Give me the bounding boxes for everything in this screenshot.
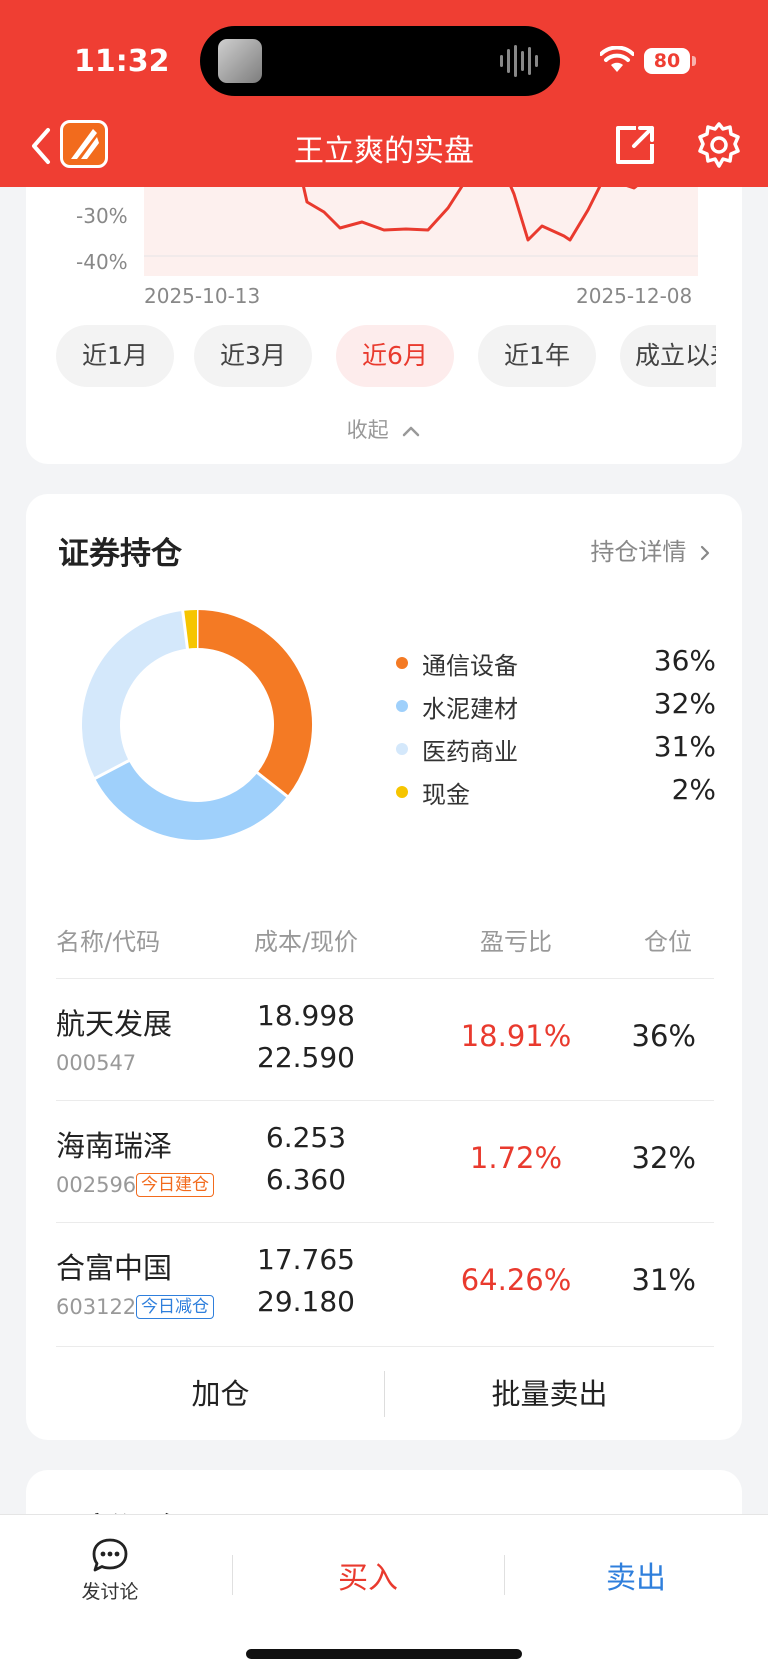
cost-price: 6.253: [265, 1121, 347, 1154]
wifi-icon: [600, 46, 634, 72]
batch-sell-button[interactable]: 批量卖出: [385, 1347, 714, 1441]
holdings-detail-link[interactable]: 持仓详情: [590, 532, 712, 567]
legend-dot: [396, 743, 408, 755]
now-playing-artwork: [218, 39, 262, 83]
status-badge: 今日减仓: [136, 1295, 214, 1319]
profit-ratio: 1.72%: [469, 1141, 563, 1175]
position-weight: 32%: [631, 1141, 696, 1175]
stock-name: 航天发展: [56, 1007, 173, 1041]
column-header-ratio: 盈亏比: [480, 928, 552, 956]
dynamic-island: [200, 26, 560, 96]
holdings-card: 证券持仓 持仓详情 通信设备 36% 水泥建材 32% 医药商业 31% 现金 …: [26, 494, 742, 1440]
cost-price: 18.998: [257, 999, 355, 1032]
profit-ratio: 64.26%: [460, 1263, 572, 1297]
donut-slice: [95, 760, 288, 840]
legend-value: 2%: [671, 773, 716, 806]
performance-chart-card: -30% -40% 2025-10-13 2025-12-08 近1月 近3月 …: [26, 140, 742, 464]
column-header-position: 仓位: [644, 928, 692, 956]
back-icon[interactable]: [26, 120, 56, 172]
settings-gear-icon[interactable]: [694, 120, 744, 170]
position-weight: 31%: [631, 1263, 696, 1297]
chat-bubble-icon: [92, 1538, 128, 1572]
holdings-actions: 加仓 批量卖出: [56, 1346, 714, 1440]
header-bar: 11:32 80 王立爽的实盘: [0, 0, 768, 187]
y-tick-label: -40%: [76, 250, 128, 274]
collapse-toggle[interactable]: 收起: [26, 414, 742, 444]
chart-shaded-area: [144, 180, 698, 276]
chevron-right-icon: [700, 545, 710, 561]
legend-item: 医药商业 31%: [396, 728, 716, 768]
legend-item: 现金 2%: [396, 771, 716, 811]
holding-row[interactable]: 航天发展 000547 18.998 22.590 18.91% 36%: [56, 978, 714, 1100]
legend-value: 32%: [653, 687, 716, 720]
legend-label: 水泥建材: [422, 695, 518, 723]
current-price: 6.360: [265, 1163, 347, 1196]
app-logo: [60, 120, 108, 168]
holding-row[interactable]: 海南瑞泽 002596 今日建仓 6.253 6.360 1.72% 32%: [56, 1100, 714, 1222]
range-tab-1m[interactable]: 近1月: [56, 325, 174, 387]
stock-code: 000547: [56, 1051, 137, 1075]
donut-slice: [82, 610, 189, 779]
legend-item: 通信设备 36%: [396, 642, 716, 682]
y-tick-label: -30%: [76, 204, 128, 228]
range-tabs: 近1月 近3月 近6月 近1年 成立以来: [56, 325, 716, 387]
status-badge: 今日建仓: [136, 1173, 214, 1197]
donut-slice: [182, 610, 198, 649]
legend-label: 现金: [422, 781, 470, 809]
stock-name: 海南瑞泽: [56, 1129, 173, 1163]
status-time: 11:32: [74, 44, 170, 79]
current-price: 22.590: [257, 1041, 355, 1074]
cost-price: 17.765: [257, 1243, 355, 1276]
x-tick-start: 2025-10-13: [144, 284, 261, 308]
audio-wave-icon: [500, 45, 538, 77]
range-tab-6m[interactable]: 近6月: [336, 325, 454, 387]
add-position-button[interactable]: 加仓: [56, 1347, 385, 1441]
allocation-donut-chart: [82, 609, 312, 840]
legend-dot: [396, 786, 408, 798]
x-tick-end: 2025-12-08: [576, 284, 693, 308]
profit-ratio: 18.91%: [460, 1019, 572, 1053]
legend-label: 通信设备: [422, 652, 518, 680]
sell-button[interactable]: 卖出: [504, 1553, 768, 1597]
buy-button[interactable]: 买入: [232, 1553, 504, 1597]
range-tab-since-inception[interactable]: 成立以来: [620, 325, 716, 387]
detail-link-label: 持仓详情: [590, 538, 687, 566]
stock-code: 002596: [56, 1173, 137, 1197]
column-header-price: 成本/现价: [253, 928, 359, 956]
legend-item: 水泥建材 32%: [396, 685, 716, 725]
collapse-label: 收起: [346, 418, 389, 442]
home-indicator: [246, 1649, 522, 1659]
current-price: 29.180: [257, 1285, 355, 1318]
performance-line-chart: [144, 180, 698, 276]
position-weight: 36%: [631, 1019, 696, 1053]
stock-code: 603122: [56, 1295, 137, 1319]
section-title: 证券持仓: [58, 536, 182, 572]
holding-row[interactable]: 合富中国 603122 今日减仓 17.765 29.180 64.26% 31…: [56, 1222, 714, 1344]
donut-slice: [196, 610, 312, 797]
bottom-action-bar: 发讨论 买入 卖出: [0, 1514, 768, 1670]
chevron-up-icon: [403, 426, 420, 437]
discuss-button[interactable]: 发讨论: [60, 1535, 160, 1635]
range-tab-1y[interactable]: 近1年: [478, 325, 596, 387]
discuss-label: 发讨论: [81, 1581, 139, 1603]
stock-name: 合富中国: [56, 1251, 173, 1285]
legend-dot: [396, 657, 408, 669]
range-tab-3m[interactable]: 近3月: [194, 325, 312, 387]
legend-dot: [396, 700, 408, 712]
battery-indicator: 80: [644, 48, 690, 74]
share-icon[interactable]: [612, 122, 658, 168]
legend-label: 医药商业: [422, 738, 518, 766]
legend-value: 31%: [653, 730, 716, 763]
legend-value: 36%: [653, 644, 716, 677]
column-header-name: 名称/代码: [56, 928, 161, 956]
battery-nub: [692, 56, 696, 66]
logo-icon: [71, 129, 99, 159]
